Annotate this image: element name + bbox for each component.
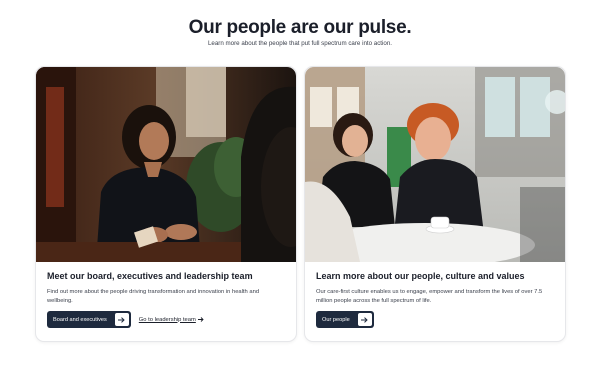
people-culture-card-description: Our care-first culture enables us to eng… bbox=[316, 289, 543, 304]
page: Our people are our pulse. Learn more abo… bbox=[0, 0, 600, 376]
leadership-card-body: Meet our board, executives and leadershi… bbox=[47, 271, 285, 305]
page-title: Our people are our pulse. bbox=[188, 17, 412, 38]
leadership-card-actions: Board and executives Go to leadership te… bbox=[47, 311, 204, 328]
our-people-button[interactable]: Our people bbox=[316, 311, 374, 328]
leadership-card-description: Find out more about the people driving t… bbox=[47, 289, 260, 304]
arrow-right-icon bbox=[357, 313, 372, 326]
go-to-leadership-team-label: Go to leadership team bbox=[138, 316, 196, 323]
people-culture-card-body: Learn more about our people, culture and… bbox=[316, 271, 554, 305]
go-to-leadership-team-link[interactable]: Go to leadership team bbox=[139, 317, 204, 323]
board-and-executives-label: Board and executives bbox=[53, 316, 107, 323]
page-subtitle: Learn more about the people that put ful… bbox=[207, 40, 393, 47]
people-culture-photo bbox=[305, 67, 565, 262]
people-culture-card-title: Learn more about our people, culture and… bbox=[316, 271, 525, 281]
board-and-executives-button[interactable]: Board and executives bbox=[47, 311, 131, 328]
our-people-label: Our people bbox=[322, 316, 350, 323]
leadership-photo bbox=[36, 67, 296, 262]
leadership-card: Meet our board, executives and leadershi… bbox=[35, 66, 297, 342]
leadership-card-title: Meet our board, executives and leadershi… bbox=[47, 271, 253, 281]
arrow-right-icon bbox=[197, 317, 204, 322]
people-culture-card-actions: Our people bbox=[316, 311, 374, 328]
arrow-right-icon bbox=[114, 313, 129, 326]
people-culture-card: Learn more about our people, culture and… bbox=[304, 66, 566, 342]
